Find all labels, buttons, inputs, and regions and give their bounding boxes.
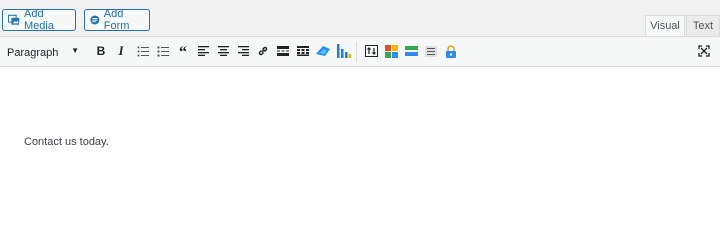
tab-visual[interactable]: Visual [645, 15, 685, 37]
numbered-list-icon[interactable] [156, 44, 170, 58]
editor-paragraph[interactable]: Contact us today. [24, 136, 109, 148]
read-more-icon[interactable] [276, 44, 290, 58]
add-media-icon [8, 14, 20, 25]
plugin-arrows-icon[interactable] [364, 44, 378, 58]
blockquote-icon[interactable]: “ [176, 44, 190, 61]
fullscreen-icon[interactable] [697, 44, 711, 58]
plugin-lock-icon[interactable] [444, 44, 458, 58]
media-buttons-bar: Add Media Add Form Visual Text [0, 0, 720, 37]
bulleted-list-icon[interactable] [136, 44, 150, 58]
format-select-value: Paragraph [7, 46, 59, 59]
add-form-label: Add Form [103, 8, 130, 32]
chevron-down-icon: ▼ [71, 46, 79, 55]
link-icon[interactable] [256, 44, 270, 58]
plugin-green-icon[interactable] [404, 44, 418, 58]
align-left-icon[interactable] [196, 44, 210, 58]
add-form-button[interactable]: Add Form [84, 8, 150, 32]
editor-content-area[interactable]: Contact us today. [0, 67, 720, 241]
editor-toolbar: Paragraph ▼ B I “ [0, 36, 720, 67]
chart-bars-icon[interactable] [337, 44, 351, 58]
italic-icon[interactable]: I [114, 43, 128, 58]
form-icon [90, 15, 100, 25]
bold-icon[interactable]: B [94, 44, 108, 58]
plugin-blue-icon[interactable] [316, 44, 330, 58]
toolbar-divider [356, 42, 357, 62]
toolbar-toggle-icon[interactable] [296, 44, 310, 58]
add-media-button[interactable]: Add Media [2, 8, 76, 32]
plugin-list-icon[interactable] [424, 44, 438, 58]
tab-text[interactable]: Text [686, 15, 720, 37]
align-center-icon[interactable] [216, 44, 230, 58]
plugin-grid-icon[interactable] [384, 44, 398, 58]
format-select[interactable]: Paragraph ▼ [7, 44, 83, 61]
align-right-icon[interactable] [236, 44, 250, 58]
add-media-label: Add Media [23, 8, 54, 32]
